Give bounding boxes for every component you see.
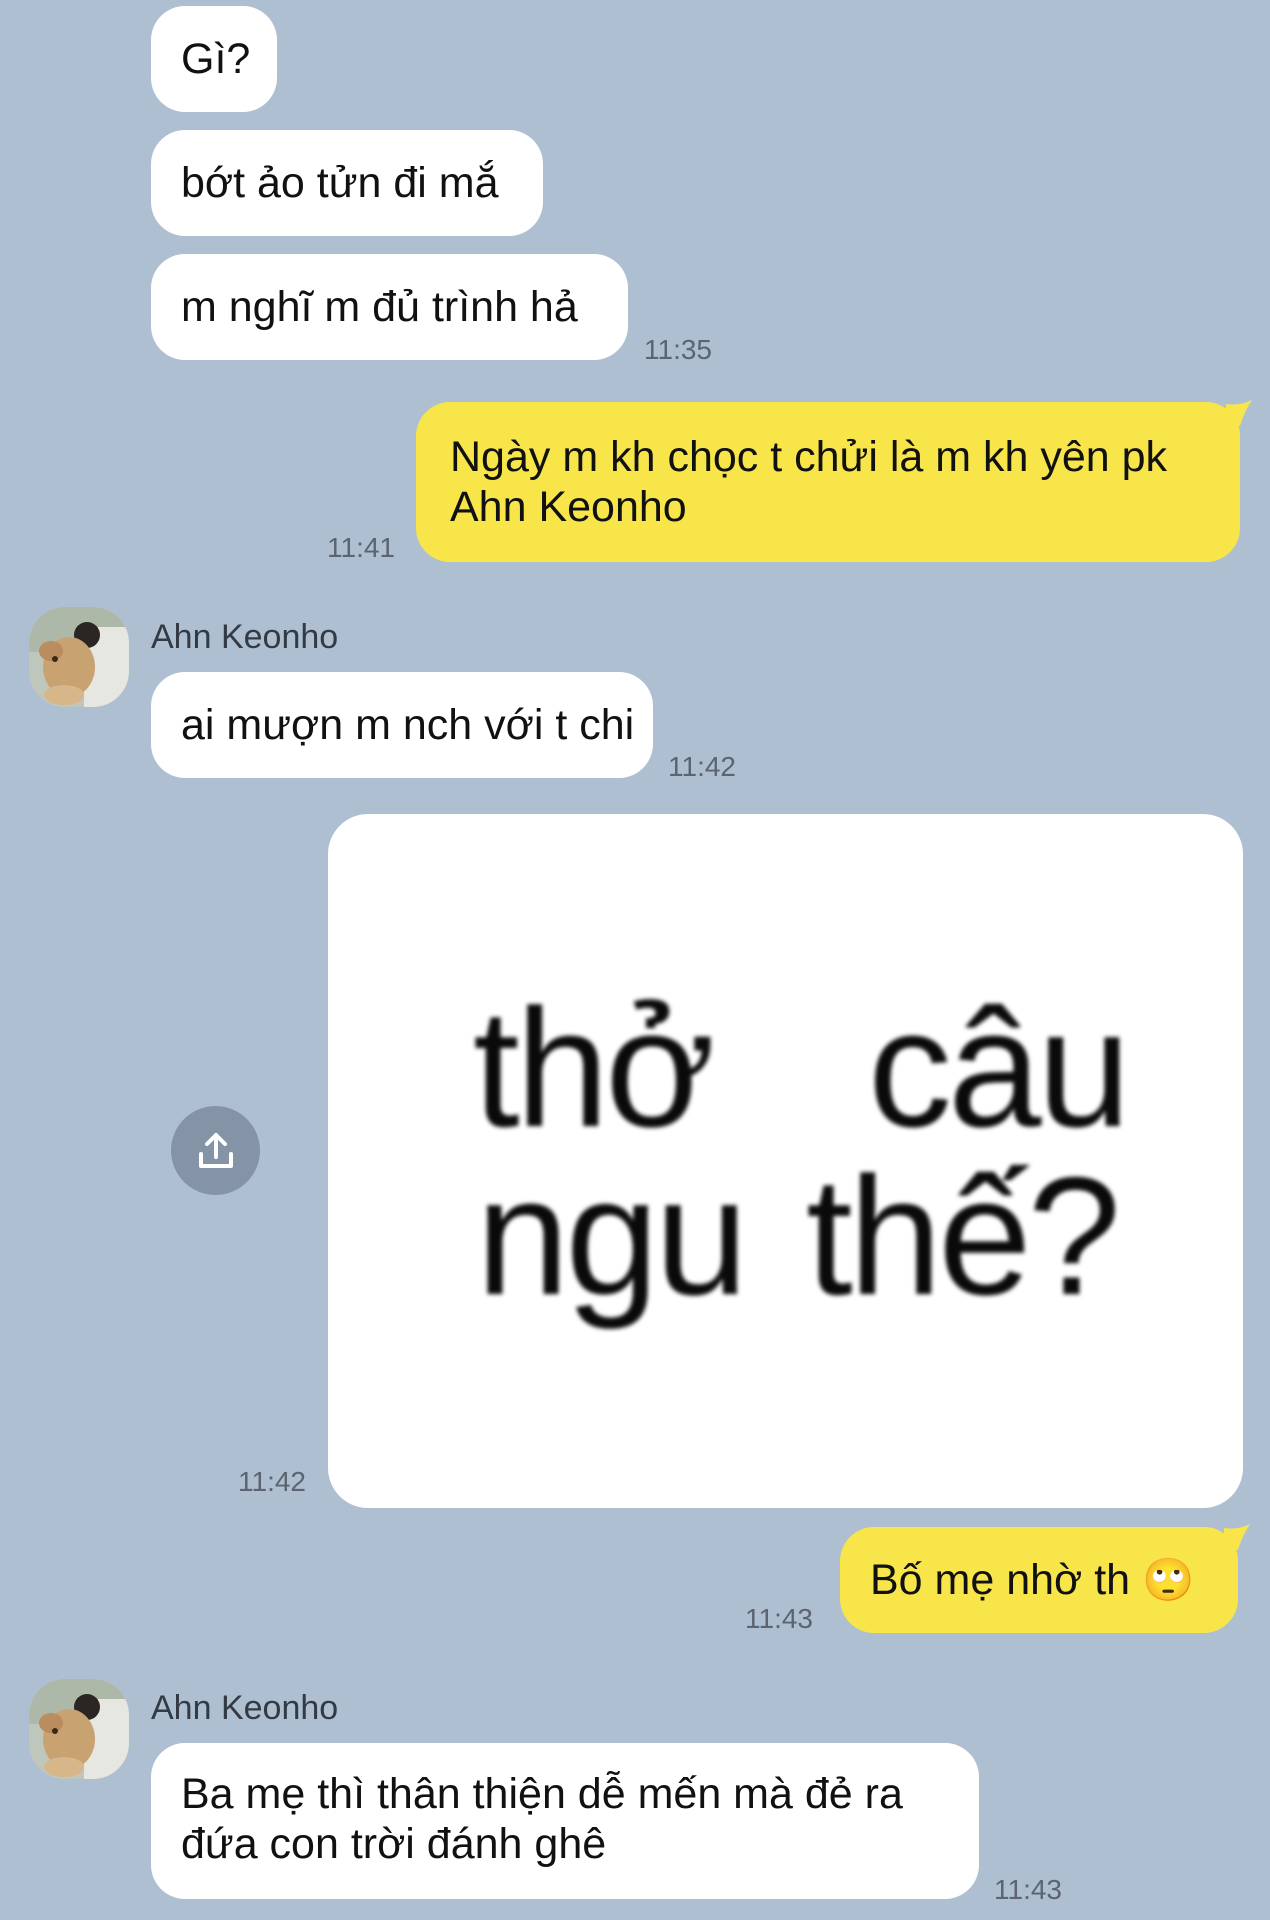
- image-message[interactable]: thở câu ngu thế?: [328, 814, 1243, 1508]
- sticker-text: thế?: [806, 1142, 1121, 1330]
- contact-avatar-photo: [29, 1679, 129, 1779]
- bubble-tail: [1226, 400, 1252, 426]
- message-timestamp: 11:43: [994, 1874, 1062, 1905]
- avatar[interactable]: [29, 1679, 129, 1779]
- contact-avatar-photo: [29, 607, 129, 707]
- share-upload-icon: [198, 1132, 233, 1168]
- message-text: ai mượn m nch với t chi: [181, 701, 635, 749]
- message-text: Ba mẹ thì thân thiện dễ mến mà đẻ ra đứa…: [181, 1770, 903, 1868]
- incoming-message-bubble[interactable]: bớt ảo tửn đi mắ: [151, 130, 543, 236]
- avatar[interactable]: [29, 607, 129, 707]
- message-text: Bố mẹ nhờ th: [870, 1556, 1131, 1604]
- incoming-message-bubble[interactable]: ai mượn m nch với t chi: [151, 672, 653, 778]
- outgoing-message-bubble[interactable]: Bố mẹ nhờ th 🙄: [840, 1527, 1238, 1633]
- chat-thread[interactable]: Gì? bớt ảo tửn đi mắ m nghĩ m đủ trình h…: [0, 0, 1270, 1920]
- message-timestamp: 11:42: [668, 751, 736, 782]
- message-timestamp: 11:41: [327, 532, 395, 563]
- eye-roll-emoji-icon: 🙄: [1142, 1555, 1195, 1604]
- sticker-text: câu: [868, 974, 1131, 1162]
- outgoing-message-bubble[interactable]: Ngày m kh chọc t chửi là m kh yên pk Ahn…: [416, 402, 1240, 562]
- message-text: bớt ảo tửn đi mắ: [181, 159, 499, 207]
- sender-name: Ahn Keonho: [151, 618, 339, 656]
- message-timestamp: 11:42: [238, 1466, 306, 1497]
- message-text: m nghĩ m đủ trình hả: [181, 283, 578, 331]
- message-timestamp: 11:35: [644, 334, 712, 365]
- share-button[interactable]: [171, 1106, 260, 1195]
- sender-name: Ahn Keonho: [151, 1689, 339, 1727]
- bubble-tail: [1224, 1524, 1250, 1550]
- message-timestamp: 11:43: [745, 1603, 813, 1634]
- incoming-message-bubble[interactable]: m nghĩ m đủ trình hả: [151, 254, 628, 360]
- incoming-message-bubble[interactable]: Ba mẹ thì thân thiện dễ mến mà đẻ ra đứa…: [151, 1743, 979, 1899]
- incoming-message-bubble[interactable]: Gì?: [151, 6, 277, 112]
- sticker-text: thở: [473, 974, 715, 1162]
- message-text: Ngày m kh chọc t chửi là m kh yên pk Ahn…: [450, 433, 1168, 531]
- message-text: Gì?: [181, 35, 251, 83]
- sticker-text: ngu: [476, 1142, 748, 1330]
